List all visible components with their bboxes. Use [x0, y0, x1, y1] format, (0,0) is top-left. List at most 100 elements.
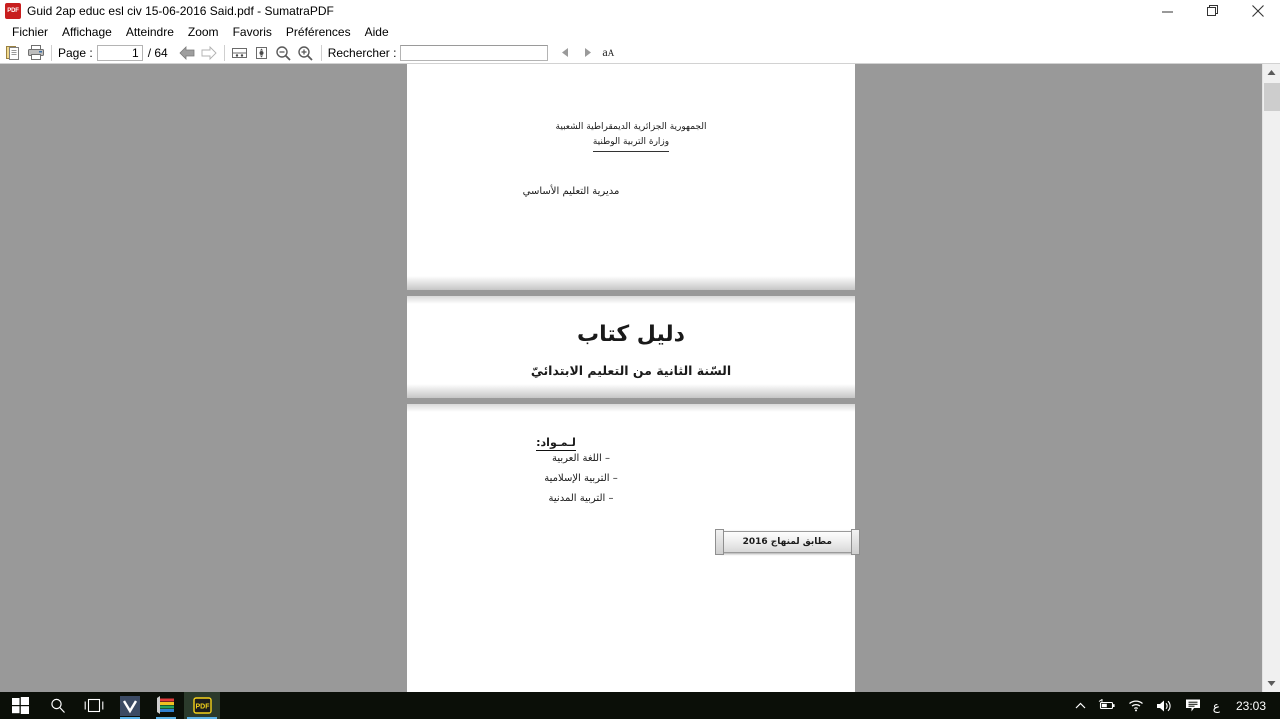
- next-page-button[interactable]: [198, 43, 220, 63]
- scroll-down-button[interactable]: [1263, 675, 1280, 692]
- find-previous-icon: [561, 48, 568, 57]
- scroll-up-icon: [1267, 70, 1276, 75]
- scroll-up-button[interactable]: [1263, 64, 1280, 81]
- fit-width-icon: [232, 47, 248, 58]
- system-tray: ع 23:03: [1069, 692, 1280, 719]
- notifications-icon: [1185, 699, 1200, 712]
- zoom-out-button[interactable]: [273, 43, 295, 63]
- pdf-band-title: دليل كتاب السّنة الثانية من التعليم الاب…: [407, 296, 855, 398]
- tray-language-indicator[interactable]: ع: [1207, 692, 1226, 719]
- previous-page-button[interactable]: [176, 43, 198, 63]
- start-button[interactable]: [0, 692, 40, 719]
- tray-expand-button[interactable]: [1069, 692, 1092, 719]
- curriculum-stamp: مطابق لمنهاج 2016: [714, 529, 861, 555]
- winrar-icon: [156, 696, 174, 714]
- vertical-scrollbar[interactable]: [1262, 64, 1280, 692]
- open-document-icon: [5, 45, 19, 60]
- taskbar-app-vivaldi[interactable]: [112, 692, 148, 719]
- page-number-input[interactable]: [96, 44, 143, 61]
- zoom-out-icon: [276, 45, 291, 61]
- subject-item-islamic-education: – التربية الإسلامية: [544, 473, 618, 484]
- close-button[interactable]: [1235, 0, 1280, 22]
- zoom-in-button[interactable]: [295, 43, 317, 63]
- print-button[interactable]: [25, 43, 47, 63]
- subject-item-arabic: – اللغة العربية: [551, 453, 610, 464]
- pdf-app-icon: PDF: [5, 3, 21, 19]
- arrow-right-icon: [201, 45, 217, 60]
- subject-item-civic-education: – التربية المدنية: [548, 493, 614, 504]
- battery-icon: [1098, 699, 1115, 710]
- tray-wifi-button[interactable]: [1122, 692, 1150, 719]
- toolbar-separator-2: [223, 44, 225, 61]
- find-previous-button[interactable]: [554, 43, 576, 63]
- minimize-button[interactable]: [1145, 0, 1190, 22]
- menu-bar: Fichier Affichage Atteindre Zoom Favoris…: [0, 22, 1280, 42]
- zoom-in-icon: [298, 45, 313, 61]
- fit-width-button[interactable]: [229, 43, 251, 63]
- print-icon: [27, 45, 44, 60]
- curriculum-stamp-wrapper: مطابق لمنهاج 2016: [407, 529, 861, 573]
- pdf-app-icon-label: PDF: [7, 8, 19, 14]
- pdf-band-header: الجمهورية الجزائرية الديمقراطية الشعبية …: [407, 64, 855, 290]
- menu-item-preferences[interactable]: Préférences: [279, 23, 358, 41]
- taskbar-app-sumatrapdf[interactable]: PDF: [184, 692, 220, 719]
- title-bar: PDF Guid 2ap educ esl civ 15-06-2016 Sai…: [0, 0, 1280, 22]
- match-case-lower-label: A: [607, 48, 615, 58]
- wifi-icon: [1128, 700, 1143, 712]
- document-subtitle: السّنة الثانية من التعليم الابتدائيّ: [530, 363, 732, 378]
- pdf-page-1: الجمهورية الجزائرية الديمقراطية الشعبية …: [407, 64, 861, 692]
- taskbar: PDF ع 23:03: [0, 692, 1280, 719]
- tray-clock[interactable]: 23:03: [1226, 699, 1280, 713]
- pdf-title-block: دليل كتاب السّنة الثانية من التعليم الاب…: [407, 296, 855, 406]
- ministry-header-line-2: وزارة التربية الوطنية: [407, 135, 855, 152]
- task-view-button[interactable]: [76, 692, 112, 719]
- find-next-button[interactable]: [576, 43, 598, 63]
- find-next-icon: [584, 48, 591, 57]
- volume-icon: [1156, 700, 1171, 711]
- tray-volume-button[interactable]: [1150, 692, 1179, 719]
- scroll-down-icon: [1267, 681, 1276, 686]
- taskbar-search-button[interactable]: [40, 692, 76, 719]
- fit-page-icon: [256, 46, 268, 59]
- document-canvas[interactable]: الجمهورية الجزائرية الديمقراطية الشعبية …: [0, 64, 1262, 692]
- vivaldi-icon: [120, 695, 140, 716]
- search-input[interactable]: [400, 44, 549, 61]
- tray-battery-button[interactable]: [1092, 692, 1122, 719]
- window-title: Guid 2ap educ esl civ 15-06-2016 Said.pd…: [27, 4, 334, 18]
- chevron-up-icon: [1075, 702, 1086, 708]
- menu-item-zoom[interactable]: Zoom: [181, 23, 226, 41]
- toolbar: Page : / 64: [0, 42, 1280, 64]
- restore-button[interactable]: [1190, 0, 1235, 22]
- menu-item-aide[interactable]: Aide: [358, 23, 396, 41]
- directorate-label: مديرية التعليم الأساسي: [522, 186, 620, 197]
- task-view-icon: [84, 698, 104, 713]
- arrow-left-icon: [179, 45, 195, 60]
- menu-item-atteindre[interactable]: Atteindre: [119, 23, 181, 41]
- tray-notifications-button[interactable]: [1179, 692, 1207, 719]
- svg-text:PDF: PDF: [195, 704, 210, 711]
- ministry-header-line-1: الجمهورية الجزائرية الديمقراطية الشعبية: [555, 122, 707, 132]
- match-case-toggle[interactable]: aA: [602, 45, 614, 60]
- subjects-heading: لـمـواد:: [536, 436, 576, 451]
- find-label: Rechercher :: [327, 45, 397, 60]
- pdf-subjects-block: لـمـواد: – اللغة العربية – التربية الإسل…: [407, 404, 861, 573]
- open-document-button[interactable]: [3, 43, 25, 63]
- sumatrapdf-icon: PDF: [192, 697, 212, 714]
- menu-item-fichier[interactable]: Fichier: [5, 23, 55, 41]
- toolbar-separator-1: [51, 44, 52, 61]
- fit-page-button[interactable]: [251, 43, 273, 63]
- search-icon: [51, 698, 65, 713]
- minimize-icon: [1162, 11, 1173, 12]
- ministry-header: الجمهورية الجزائرية الديمقراطية الشعبية …: [407, 64, 855, 152]
- menu-item-affichage[interactable]: Affichage: [55, 23, 119, 41]
- menu-item-favoris[interactable]: Favoris: [226, 23, 279, 41]
- toolbar-separator-3: [320, 44, 322, 61]
- taskbar-app-winrar[interactable]: [148, 692, 184, 719]
- document-title: دليل كتاب: [577, 322, 685, 347]
- close-icon: [1251, 5, 1264, 17]
- scrollbar-thumb[interactable]: [1264, 83, 1280, 111]
- pdf-header-block: الجمهورية الجزائرية الديمقراطية الشعبية …: [407, 64, 855, 197]
- page-label: Page :: [58, 45, 93, 60]
- page-total-label: / 64: [147, 45, 168, 60]
- window-controls: [1145, 0, 1280, 22]
